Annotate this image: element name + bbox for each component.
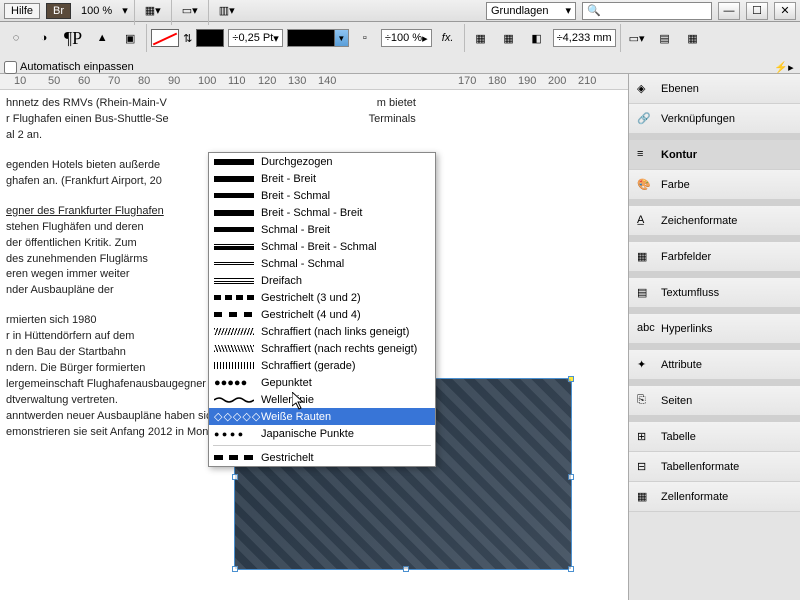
- fx-icon[interactable]: fx.: [436, 27, 460, 49]
- stroke-option-solid-thick[interactable]: Durchgezogen: [209, 153, 435, 170]
- autofit-checkbox[interactable]: Automatisch einpassen: [4, 61, 134, 74]
- stroke-option-bb[interactable]: Breit - Breit: [209, 170, 435, 187]
- paragraph-style-icon[interactable]: ¶P: [60, 28, 86, 49]
- minimize-button[interactable]: —: [718, 2, 740, 20]
- stroke-option-hatchL[interactable]: Schraffiert (nach links geneigt): [209, 323, 435, 340]
- close-button[interactable]: ✕: [774, 2, 796, 20]
- document-view[interactable]: 1050607080901001101201301401701801902002…: [0, 74, 628, 600]
- screen-mode-icon[interactable]: ▭▾: [178, 0, 202, 22]
- hyperlink-icon: abc: [637, 322, 653, 336]
- tool-icon[interactable]: ▲: [90, 27, 114, 49]
- panel-char[interactable]: A̲Zeichenformate: [629, 206, 800, 236]
- char-icon: A̲: [637, 214, 653, 228]
- attr-icon: ✦: [637, 358, 653, 372]
- panel-dock: ◈Ebenen🔗Verknüpfungen ≡Kontur🎨Farbe A̲Zeic…: [628, 74, 800, 600]
- corner-size-input[interactable]: ÷ 4,233 mm: [553, 29, 616, 47]
- stroke-option-dash[interactable]: Gestrichelt: [209, 449, 435, 466]
- stroke-option-bsb[interactable]: Breit - Schmal - Breit: [209, 204, 435, 221]
- panel-color[interactable]: 🎨Farbe: [629, 170, 800, 200]
- panel-cellfmt[interactable]: ▦Zellenformate: [629, 482, 800, 512]
- view-options-icon[interactable]: ▦▾: [141, 0, 165, 22]
- stroke-weight-input[interactable]: ÷ 0,25 Pt ▾: [228, 29, 282, 47]
- stroke-option-dots[interactable]: ●●●●●Gepunktet: [209, 374, 435, 391]
- opacity-input[interactable]: ÷ 100 % ▸: [381, 29, 432, 47]
- stroke-option-wave[interactable]: Wellenlinie: [209, 391, 435, 408]
- panel-layers[interactable]: ◈Ebenen: [629, 74, 800, 104]
- help-menu[interactable]: Hilfe: [4, 3, 40, 19]
- control-panel: ◌ ◑ ¶P ▲ ▣ ⇅ ÷ 0,25 Pt ▾ ▼ ▫ ÷ 100 % ▸ f…: [0, 22, 800, 74]
- stroke-swatch[interactable]: [196, 29, 224, 47]
- horizontal-ruler: 1050607080901001101201301401701801902002…: [0, 74, 628, 90]
- link-icon: 🔗: [637, 112, 653, 126]
- fitting-icon[interactable]: ▦: [681, 27, 705, 49]
- effects-icon[interactable]: ▫: [353, 27, 377, 49]
- stroke-option-sbs[interactable]: Schmal - Breit - Schmal: [209, 238, 435, 255]
- stroke-option-ss[interactable]: Schmal - Schmal: [209, 255, 435, 272]
- chevron-down-icon[interactable]: ▼: [334, 30, 348, 46]
- panel-table[interactable]: ⊞Tabelle: [629, 422, 800, 452]
- fitting-icon[interactable]: ▭▾: [625, 27, 649, 49]
- panel-wrap[interactable]: ▤Textumfluss: [629, 278, 800, 308]
- cellfmt-icon: ▦: [637, 490, 653, 504]
- stroke-option-dash44[interactable]: Gestrichelt (4 und 4): [209, 306, 435, 323]
- stroke-type-dropdown[interactable]: ▼: [287, 29, 349, 47]
- stroke-type-menu: DurchgezogenBreit - BreitBreit - SchmalB…: [208, 152, 436, 467]
- panel-tablefmt[interactable]: ⊟Tabellenformate: [629, 452, 800, 482]
- maximize-button[interactable]: ☐: [746, 2, 768, 20]
- zoom-level[interactable]: 100 %: [77, 5, 116, 17]
- stroke-option-bs[interactable]: Breit - Schmal: [209, 187, 435, 204]
- text-wrap-icon[interactable]: ▦: [469, 27, 493, 49]
- stroke-option-dash32[interactable]: Gestrichelt (3 und 2): [209, 289, 435, 306]
- titlebar: Hilfe Br 100 % ▾ ▦▾ ▭▾ ▥▾ Grundlagen ▾ 🔍…: [0, 0, 800, 22]
- stroke-option-triple[interactable]: Dreifach: [209, 272, 435, 289]
- arrange-icon[interactable]: ▥▾: [215, 0, 239, 22]
- panel-stroke[interactable]: ≡Kontur: [629, 140, 800, 170]
- tool-icon[interactable]: ▣: [118, 27, 142, 49]
- search-input[interactable]: 🔍: [582, 2, 712, 20]
- corner-icon[interactable]: ◧: [525, 27, 549, 49]
- stroke-icon: ≡: [637, 148, 653, 162]
- pages-icon: ⎘: [637, 394, 653, 408]
- stroke-option-hatchR[interactable]: Schraffiert (nach rechts geneigt): [209, 340, 435, 357]
- panel-pages[interactable]: ⎘Seiten: [629, 386, 800, 416]
- stroke-option-jdots[interactable]: ● ● ● ●Japanische Punkte: [209, 425, 435, 442]
- fitting-icon[interactable]: ▤: [653, 27, 677, 49]
- fill-swatch[interactable]: [151, 29, 179, 47]
- text-wrap-icon[interactable]: ▦: [497, 27, 521, 49]
- layers-icon: ◈: [637, 82, 653, 96]
- panel-hyperlink[interactable]: abcHyperlinks: [629, 314, 800, 344]
- color-icon: 🎨: [637, 178, 653, 192]
- stroke-option-hatchS[interactable]: Schraffiert (gerade): [209, 357, 435, 374]
- stroke-option-diamonds[interactable]: ◇◇◇◇◇Weiße Rauten: [209, 408, 435, 425]
- tablefmt-icon: ⊟: [637, 460, 653, 474]
- swap-fill-stroke-icon[interactable]: ⇅: [183, 32, 192, 45]
- table-icon: ⊞: [637, 430, 653, 444]
- panel-link[interactable]: 🔗Verknüpfungen: [629, 104, 800, 134]
- wrap-icon: ▤: [637, 286, 653, 300]
- tool-icon[interactable]: ◌: [4, 27, 28, 49]
- bridge-button[interactable]: Br: [46, 3, 71, 19]
- stroke-option-sb[interactable]: Schmal - Breit: [209, 221, 435, 238]
- tool-icon[interactable]: ◑: [32, 27, 56, 49]
- swatches-icon: ▦: [637, 250, 653, 264]
- panel-attr[interactable]: ✦Attribute: [629, 350, 800, 380]
- panel-swatches[interactable]: ▦Farbfelder: [629, 242, 800, 272]
- workspace-switcher[interactable]: Grundlagen ▾: [486, 2, 576, 20]
- zoom-dropdown-icon[interactable]: ▾: [122, 4, 128, 17]
